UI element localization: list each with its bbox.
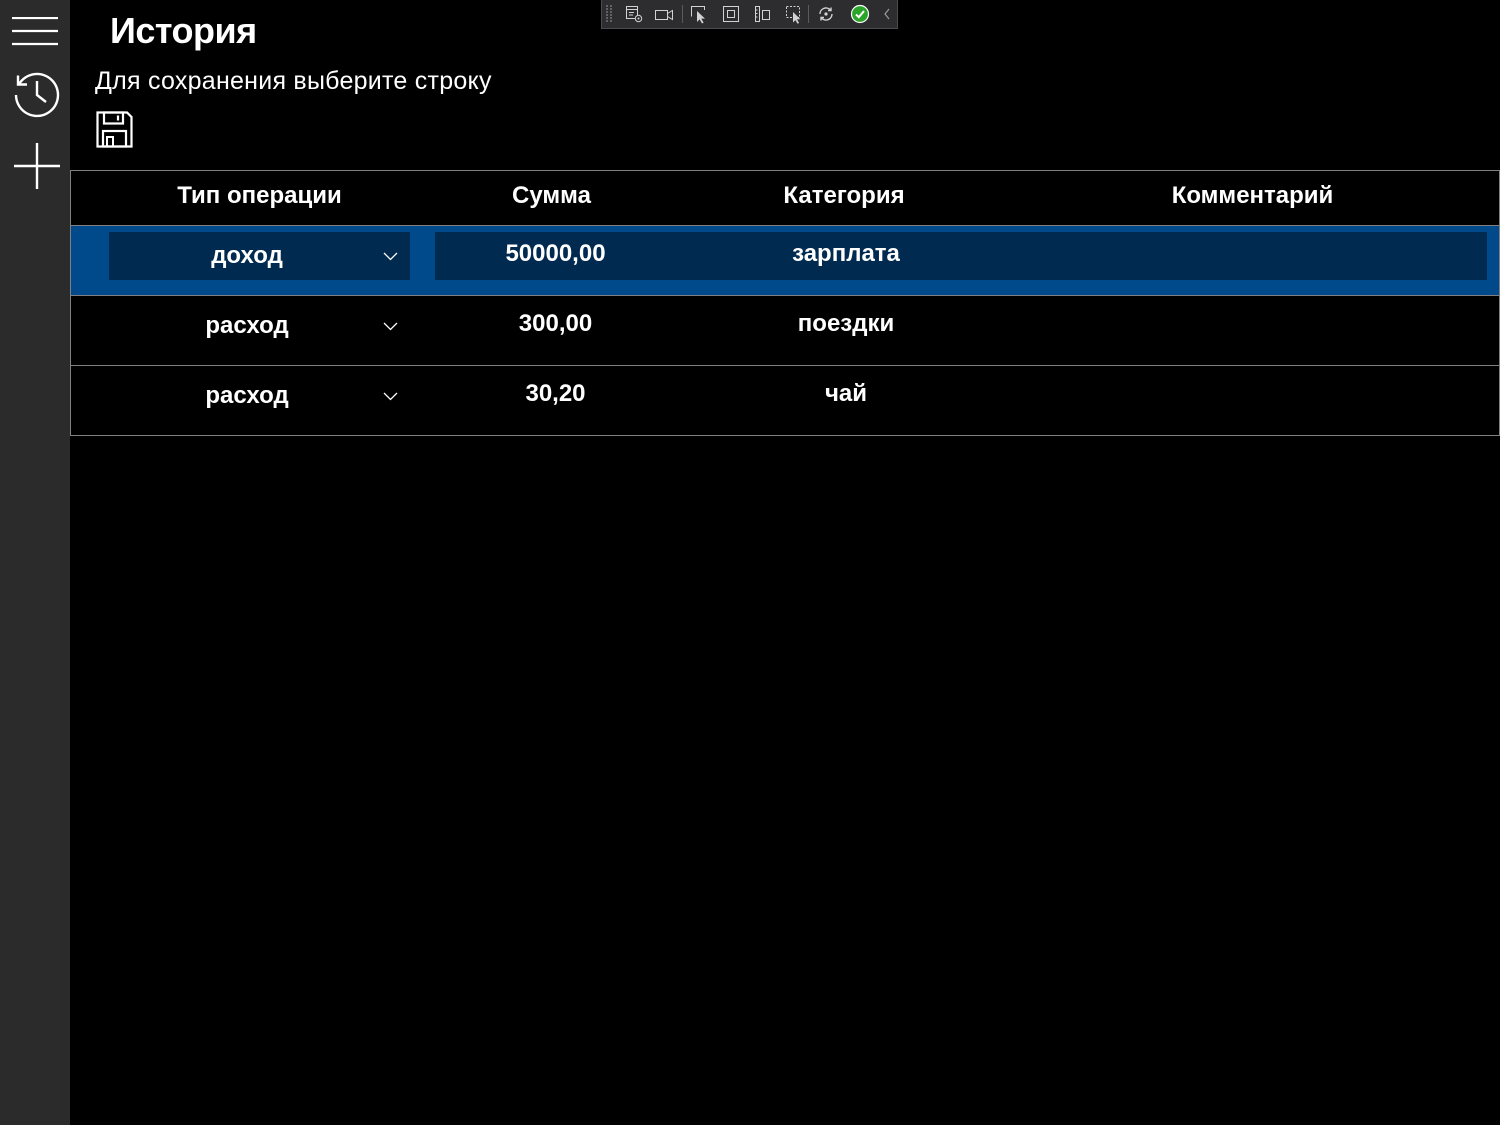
row-cells: 300,00 поездки [435, 302, 1487, 350]
status-ok-check-icon [850, 4, 870, 24]
save-icon [96, 111, 133, 148]
comment-cell[interactable] [1016, 232, 1487, 280]
table-row[interactable]: расход 30,20 чай [71, 366, 1499, 435]
column-header-amount: Сумма [512, 182, 591, 209]
toolbar-separator [682, 5, 683, 23]
sidebar [0, 0, 70, 1125]
table-row[interactable]: расход 300,00 поездки [71, 296, 1499, 366]
toolbar-separator [808, 5, 809, 23]
live-visual-tree-icon [626, 6, 643, 23]
save-button[interactable] [96, 111, 133, 148]
hamburger-menu-button[interactable] [0, 0, 70, 62]
app-window: История Для сохранения выберите строку Т… [0, 0, 1500, 1125]
operation-type-combobox[interactable]: расход [109, 302, 410, 350]
collapse-chevron-icon [884, 8, 890, 20]
operation-type-combobox[interactable]: доход [109, 232, 410, 280]
hot-reload-icon [819, 7, 833, 21]
track-focus-icon [755, 6, 770, 22]
camera-button[interactable] [654, 4, 674, 24]
operation-type-combobox[interactable]: расход [109, 372, 410, 420]
comment-cell[interactable] [1016, 302, 1487, 350]
hamburger-menu-icon [12, 17, 58, 46]
chevron-down-icon [383, 392, 398, 401]
operation-type-value: доход [211, 242, 283, 269]
toolbar-grip-icon [606, 5, 612, 22]
track-focus-button[interactable] [752, 4, 772, 24]
hot-reload-status-button[interactable] [850, 4, 870, 24]
category-cell[interactable]: поездки [676, 302, 1016, 350]
camera-icon [655, 9, 673, 21]
amount-cell[interactable]: 50000,00 [435, 232, 676, 280]
select-element-icon [691, 6, 705, 24]
add-icon [14, 143, 60, 189]
layout-adorners-icon [723, 6, 739, 22]
sidebar-item-add[interactable] [0, 130, 70, 202]
comment-cell[interactable] [1016, 372, 1487, 420]
row-cells: 30,20 чай [435, 372, 1487, 420]
amount-cell[interactable]: 30,20 [435, 372, 676, 420]
row-cells: 50000,00 зарплата [435, 232, 1487, 280]
category-cell[interactable]: чай [676, 372, 1016, 420]
chevron-down-icon [383, 322, 398, 331]
toolbar-grip[interactable] [605, 4, 614, 24]
save-hint-label: Для сохранения выберите строку [95, 67, 492, 95]
preview-selection-icon [786, 6, 801, 24]
history-icon [14, 72, 60, 118]
xaml-debug-toolbar [601, 0, 898, 29]
select-element-button[interactable] [689, 4, 709, 24]
page-title: История [110, 10, 257, 51]
sidebar-item-history[interactable] [0, 62, 70, 130]
column-header-comment: Комментарий [1171, 182, 1334, 209]
history-table: Тип операции Сумма Категория Комментарий… [70, 170, 1500, 436]
preview-selection-button[interactable] [784, 4, 804, 24]
table-row[interactable]: доход 50000,00 зарплата [71, 226, 1499, 296]
amount-cell[interactable]: 300,00 [435, 302, 676, 350]
table-header: Тип операции Сумма Категория Комментарий [71, 171, 1499, 226]
operation-type-value: расход [205, 312, 289, 339]
column-header-operation-type: Тип операции [177, 182, 342, 209]
column-header-category: Категория [783, 182, 905, 209]
collapse-toolbar-button[interactable] [881, 4, 893, 24]
live-visual-tree-button[interactable] [624, 4, 644, 24]
hot-reload-button[interactable] [816, 4, 836, 24]
category-cell[interactable]: зарплата [676, 232, 1016, 280]
layout-adorners-button[interactable] [721, 4, 741, 24]
operation-type-value: расход [205, 382, 289, 409]
chevron-down-icon [383, 252, 398, 261]
